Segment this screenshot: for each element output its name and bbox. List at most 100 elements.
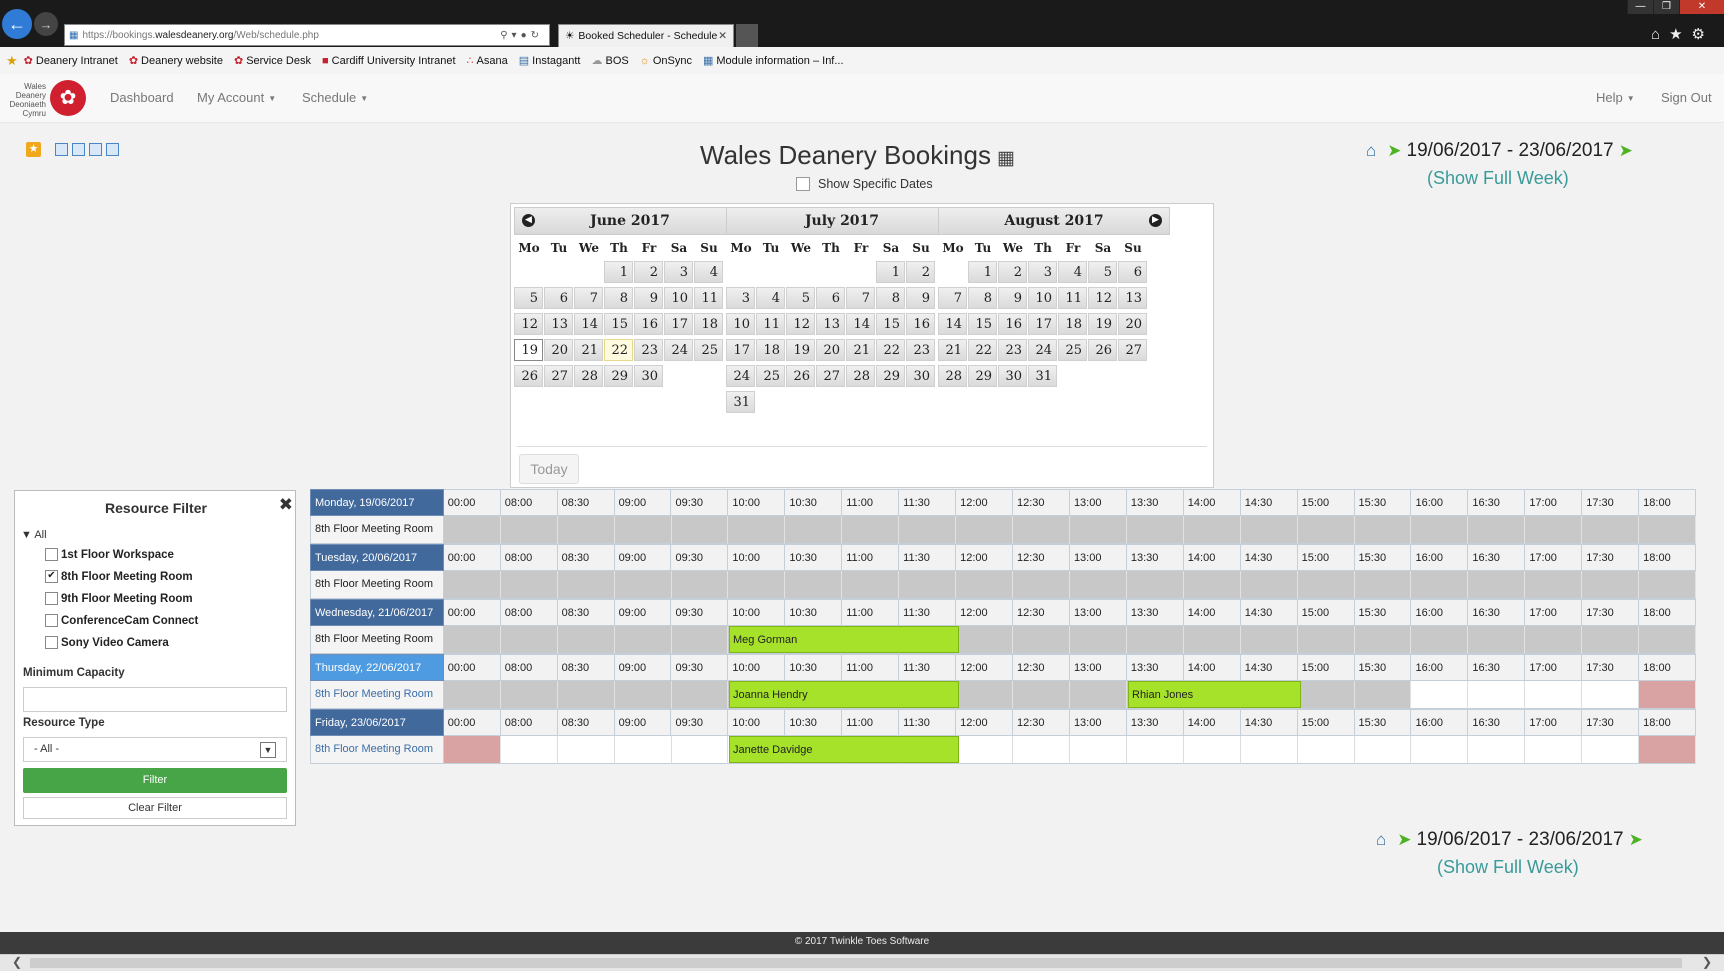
calendar-day[interactable]: 18: [694, 313, 723, 335]
calendar-day[interactable]: 25: [1058, 339, 1087, 361]
star-icon[interactable]: ★: [1669, 26, 1691, 43]
resource-filter-item[interactable]: ConferenceCam Connect: [45, 614, 198, 627]
resource-checkbox[interactable]: [45, 636, 58, 649]
reservation-block[interactable]: Meg Gorman: [729, 626, 959, 653]
horizontal-scrollbar[interactable]: ❮ ❯: [0, 954, 1724, 971]
next-week-arrow-icon[interactable]: ➤: [1619, 141, 1633, 161]
available-slot[interactable]: [1411, 681, 1469, 709]
available-slot[interactable]: [1240, 736, 1298, 764]
calendar-day[interactable]: 11: [1058, 287, 1087, 309]
favorites-star-icon[interactable]: ★: [6, 53, 18, 69]
favorite-star-icon[interactable]: ★: [26, 142, 41, 157]
nav-sign-out[interactable]: Sign Out: [1661, 90, 1712, 105]
layout-tall-icon[interactable]: [72, 143, 85, 156]
resource-filter-item[interactable]: ✔ 8th Floor Meeting Room: [45, 570, 193, 583]
calendar-day[interactable]: 29: [876, 365, 905, 387]
favorite-link[interactable]: ☼ OnSync: [640, 55, 692, 67]
available-slot[interactable]: [1582, 736, 1640, 764]
calendar-day[interactable]: 4: [694, 261, 723, 283]
available-slot[interactable]: [557, 736, 615, 764]
calendar-day[interactable]: 19: [514, 339, 543, 361]
resource-type-select[interactable]: - All - ▼: [23, 737, 287, 762]
calendar-day[interactable]: 9: [998, 287, 1027, 309]
calendar-day[interactable]: 26: [514, 365, 543, 387]
favorite-link[interactable]: ☁ BOS: [591, 54, 628, 68]
previous-week-arrow-icon[interactable]: ➤: [1397, 830, 1411, 850]
calendar-day[interactable]: 26: [1088, 339, 1117, 361]
calendar-day[interactable]: 14: [574, 313, 603, 335]
calendar-day[interactable]: 24: [1028, 339, 1057, 361]
nav-help[interactable]: Help ▼: [1596, 90, 1635, 105]
close-icon[interactable]: ✖: [279, 495, 293, 515]
calendar-day[interactable]: 16: [906, 313, 935, 335]
calendar-day[interactable]: 6: [1118, 261, 1147, 283]
calendar-day[interactable]: 15: [876, 313, 905, 335]
calendar-day[interactable]: 5: [1088, 261, 1117, 283]
calendar-day[interactable]: 31: [1028, 365, 1057, 387]
calendar-day[interactable]: 29: [968, 365, 997, 387]
clear-filter-button[interactable]: Clear Filter: [23, 797, 287, 819]
tree-expand-icon[interactable]: ▼: [21, 529, 32, 541]
calendar-day[interactable]: 13: [816, 313, 845, 335]
calendar-day[interactable]: 11: [756, 313, 785, 335]
home-icon[interactable]: ⌂: [1651, 26, 1669, 43]
new-tab-button[interactable]: [736, 24, 758, 47]
reservation-block[interactable]: Janette Davidge: [729, 736, 959, 763]
calendar-day[interactable]: 11: [694, 287, 723, 309]
calendar-day[interactable]: 20: [544, 339, 573, 361]
calendar-day[interactable]: 2: [998, 261, 1027, 283]
calendar-day[interactable]: 25: [694, 339, 723, 361]
calendar-day[interactable]: 10: [1028, 287, 1057, 309]
calendar-day[interactable]: 12: [514, 313, 543, 335]
resource-filter-item[interactable]: 9th Floor Meeting Room: [45, 592, 193, 605]
resource-name[interactable]: 8th Floor Meeting Room: [310, 681, 444, 709]
calendar-day[interactable]: 18: [1058, 313, 1087, 335]
calendar-day[interactable]: 27: [816, 365, 845, 387]
gear-icon[interactable]: ⚙: [1692, 26, 1714, 43]
favorite-link[interactable]: ∴ Asana: [467, 54, 508, 68]
layout-standard-icon[interactable]: [55, 143, 68, 156]
browser-tab[interactable]: ☀ Booked Scheduler - Schedule ✕: [558, 24, 734, 47]
calendar-day[interactable]: 5: [786, 287, 815, 309]
calendar-day[interactable]: 28: [574, 365, 603, 387]
calendar-day[interactable]: 3: [664, 261, 693, 283]
resource-tree-root[interactable]: ▼ All: [21, 529, 47, 541]
available-slot[interactable]: [671, 736, 729, 764]
calendar-day[interactable]: 6: [816, 287, 845, 309]
calendar-day[interactable]: 10: [664, 287, 693, 309]
available-slot[interactable]: [1468, 681, 1526, 709]
calendar-day[interactable]: 4: [1058, 261, 1087, 283]
calendar-day[interactable]: 13: [1118, 287, 1147, 309]
calendar-day[interactable]: 3: [726, 287, 755, 309]
home-icon[interactable]: ⌂: [1366, 141, 1376, 161]
resource-checkbox[interactable]: [45, 548, 58, 561]
calendar-day[interactable]: 27: [1118, 339, 1147, 361]
calendar-day[interactable]: 1: [604, 261, 633, 283]
show-specific-dates[interactable]: Show Specific Dates: [796, 177, 933, 191]
calendar-day[interactable]: 10: [726, 313, 755, 335]
calendar-icon[interactable]: ▦: [997, 148, 1015, 169]
calendar-day[interactable]: 17: [1028, 313, 1057, 335]
next-week-arrow-icon[interactable]: ➤: [1629, 830, 1643, 850]
calendar-day[interactable]: 17: [726, 339, 755, 361]
calendar-day[interactable]: 5: [514, 287, 543, 309]
scroll-left-icon[interactable]: ❮: [12, 955, 22, 969]
show-full-week-link[interactable]: (Show Full Week): [1437, 857, 1579, 878]
available-slot[interactable]: [1013, 736, 1070, 764]
calendar-day[interactable]: 22: [604, 339, 633, 361]
resource-name[interactable]: 8th Floor Meeting Room: [310, 626, 444, 654]
min-capacity-input[interactable]: [23, 687, 287, 712]
calendar-day[interactable]: 23: [998, 339, 1027, 361]
calendar-day[interactable]: 24: [664, 339, 693, 361]
resource-name[interactable]: 8th Floor Meeting Room: [310, 571, 444, 599]
address-bar[interactable]: ▦ https://bookings. walesdeanery.org/Web/…: [64, 24, 550, 46]
available-slot[interactable]: [1468, 736, 1526, 764]
calendar-day[interactable]: 31: [726, 391, 755, 413]
calendar-day[interactable]: 6: [544, 287, 573, 309]
available-slot[interactable]: [1183, 736, 1241, 764]
calendar-day[interactable]: 4: [756, 287, 785, 309]
layout-wide-icon[interactable]: [89, 143, 102, 156]
layout-week-icon[interactable]: [106, 143, 119, 156]
available-slot[interactable]: [1582, 681, 1640, 709]
resource-name[interactable]: 8th Floor Meeting Room: [310, 736, 444, 764]
